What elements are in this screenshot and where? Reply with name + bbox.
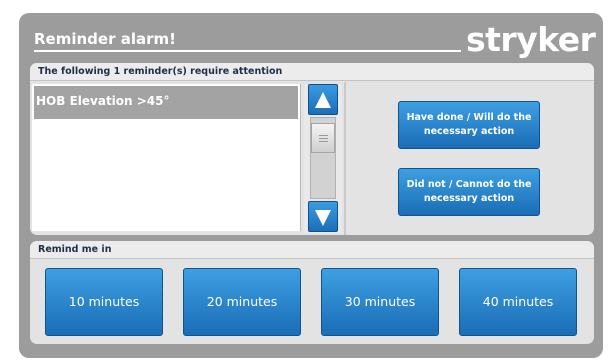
list-scrollbar[interactable]: [304, 84, 342, 233]
arrow-down-icon: [315, 210, 331, 226]
grip-line-icon: [319, 135, 328, 136]
remind-10-minutes-button[interactable]: 10 minutes: [45, 268, 163, 336]
arrow-up-icon: [315, 92, 331, 108]
title-underline: [34, 50, 461, 52]
reminder-list: HOB Elevation >45°: [32, 84, 301, 231]
remind-30-minutes-button[interactable]: 30 minutes: [321, 268, 439, 336]
remind-panel: Remind me in 10 minutes 20 minutes 30 mi…: [30, 241, 594, 344]
grip-line-icon: [319, 141, 328, 142]
scroll-thumb[interactable]: [311, 123, 335, 153]
have-done-button[interactable]: Have done / Will do the necessary action: [398, 101, 540, 149]
stryker-logo: stryker: [466, 20, 596, 59]
reminders-heading: The following 1 reminder(s) require atte…: [30, 63, 594, 81]
remind-heading: Remind me in: [30, 241, 594, 259]
remind-20-minutes-button[interactable]: 20 minutes: [183, 268, 301, 336]
scroll-up-button[interactable]: [308, 84, 338, 115]
scroll-track[interactable]: [310, 117, 336, 199]
remind-40-minutes-button[interactable]: 40 minutes: [459, 268, 577, 336]
window-title: Reminder alarm!: [34, 30, 176, 48]
grip-line-icon: [319, 138, 328, 139]
panel-divider: [344, 82, 346, 235]
list-item[interactable]: HOB Elevation >45°: [34, 86, 298, 119]
reminders-panel: The following 1 reminder(s) require atte…: [30, 63, 594, 235]
did-not-button[interactable]: Did not / Cannot do the necessary action: [398, 168, 540, 216]
scroll-down-button[interactable]: [308, 201, 338, 232]
